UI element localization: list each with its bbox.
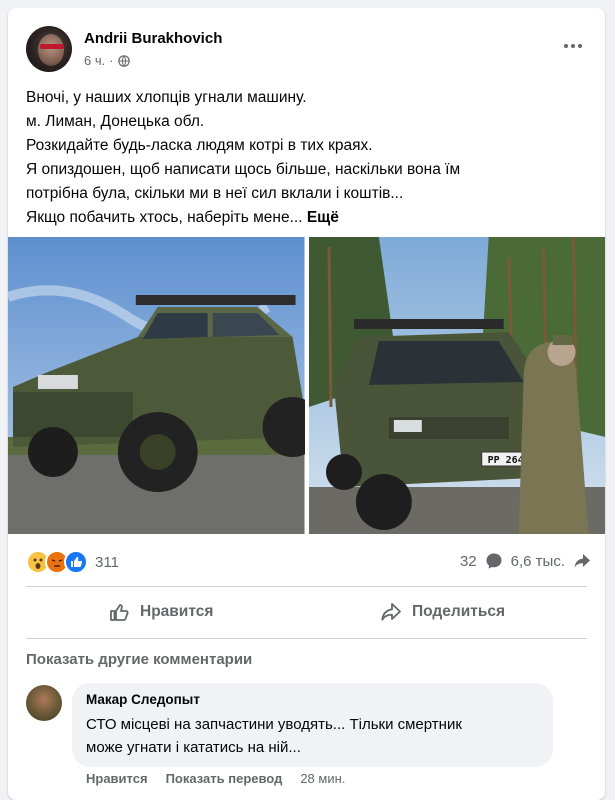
like-icon [110,604,129,621]
comments-count[interactable]: 32 [460,553,477,570]
like-reaction-icon [64,550,88,574]
author-name[interactable]: Andrii Burakhovich [84,30,222,47]
post-time[interactable]: 6 ч. [84,53,105,68]
photo-right[interactable]: PP 26415 [308,237,605,534]
engagement-stats: 32 6,6 тыс. [460,552,591,570]
post-line: Вночі, у наших хлопців угнали машину. [26,89,307,106]
comment-bubble: Макар Следопыт СТО місцеві на запчастини… [72,683,553,767]
author-avatar[interactable] [26,26,72,72]
comment-line: СТО місцеві на запчастини уводять... Тіл… [86,716,462,733]
post-text: Вночі, у наших хлопців угнали машину. м.… [26,86,591,230]
shares-count[interactable]: 6,6 тыс. [511,553,565,570]
comment-actions: Нравится Показать перевод 28 мин. [86,771,345,786]
show-more-comments-link[interactable]: Показать другие комментарии [26,651,252,668]
comment-author[interactable]: Макар Следопыт [86,692,200,707]
comment-avatar[interactable] [26,685,62,721]
post-card: Andrii Burakhovich 6 ч. · Вночі, у наших… [8,8,605,800]
like-button[interactable]: Нравится [108,594,213,630]
comment-line: може угнати і кататись на ній... [86,739,301,756]
post-meta: 6 ч. · [84,53,130,68]
like-button-label: Нравится [140,603,214,620]
post-line: Розкидайте будь-ласка людям котрі в тих … [26,137,373,154]
comment-time[interactable]: 28 мин. [300,771,345,786]
see-more-link[interactable]: Ещё [307,209,339,226]
comment-like-link[interactable]: Нравится [86,771,148,786]
post-line: Якщо побачить хтось, наберіть мене... [26,209,303,226]
share-button[interactable]: Поделиться [380,594,505,630]
share-icon [574,554,590,568]
reactions-summary[interactable]: 311 [26,550,119,574]
more-icon[interactable] [557,34,589,58]
show-translation-link[interactable]: Показать перевод [166,771,283,786]
post-line: потрібна була, скільки ми в неї сил вкла… [26,185,404,202]
reactions-count: 311 [95,553,119,571]
divider [26,638,587,639]
meta-separator: · [109,53,114,68]
share-icon [381,603,401,621]
share-button-label: Поделиться [412,603,506,620]
comment-icon [486,553,502,569]
post-line: м. Лиман, Донецька обл. [26,113,205,130]
globe-icon [117,54,130,67]
comment-text: СТО місцеві на запчастини уводять... Тіл… [86,713,546,759]
photo-grid: PP 26415 [8,237,605,534]
post-line-last: Якщо побачить хтось, наберіть мене... Ещ… [26,206,591,230]
photo-left[interactable] [8,237,305,534]
divider [26,586,587,587]
post-line: Я опиздошен, щоб написати щось більше, н… [26,161,461,178]
